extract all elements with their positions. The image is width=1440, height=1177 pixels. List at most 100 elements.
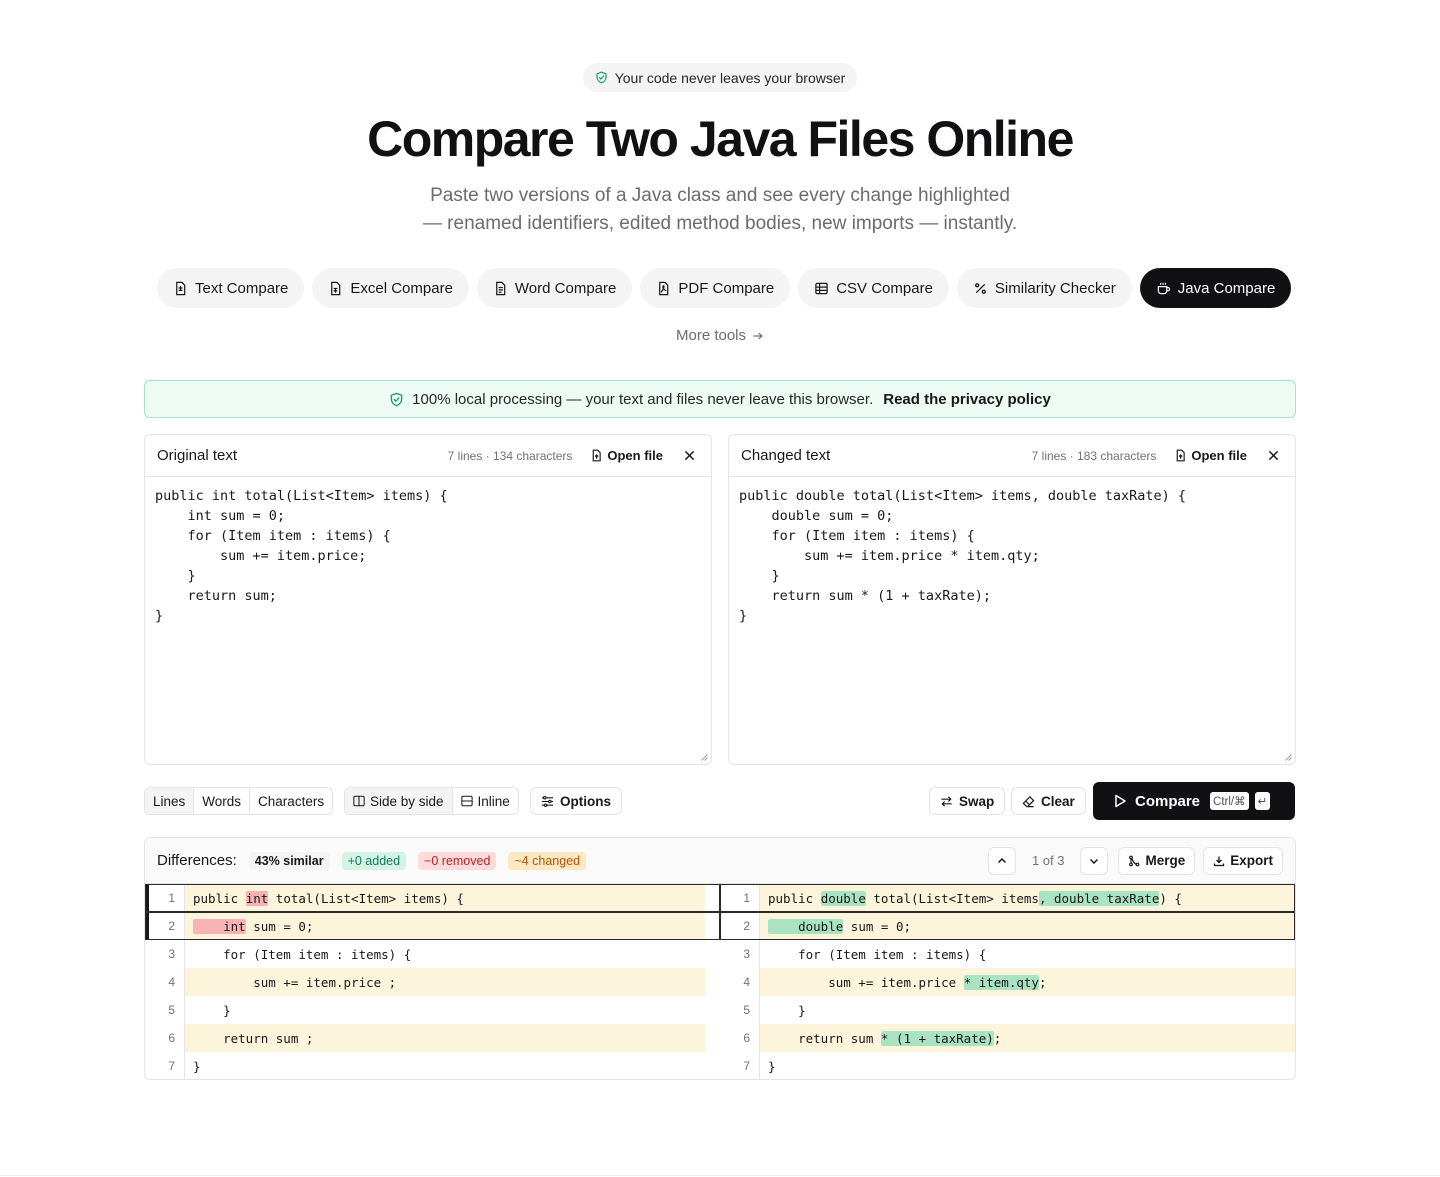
resize-handle-icon[interactable] xyxy=(700,753,708,761)
tab-excel-compare[interactable]: Excel Compare xyxy=(312,268,469,308)
previous-change-button[interactable] xyxy=(987,846,1016,875)
added-token: * item.qty xyxy=(963,974,1039,990)
tab-csv-compare[interactable]: CSV Compare xyxy=(798,268,949,308)
code-token: total(List<Item> items) { xyxy=(268,890,464,906)
tab-java-compare[interactable]: Java Compare xyxy=(1139,268,1292,308)
clear-button[interactable]: Clear xyxy=(1011,787,1086,815)
columns-icon xyxy=(353,795,365,807)
swap-button[interactable]: Swap xyxy=(929,787,1006,815)
page-subtitle: Paste two versions of a Java class and s… xyxy=(0,182,1440,238)
line-number: 7 xyxy=(145,1052,185,1079)
view-inline[interactable]: Inline xyxy=(453,788,518,814)
code-token: ; xyxy=(993,1030,1002,1046)
compare-button[interactable]: Compare Ctrl/⌘ ↵ xyxy=(1093,782,1295,820)
granularity-toggle: Lines Words Characters xyxy=(144,787,334,815)
diff-code: double sum = 0; xyxy=(760,912,1295,940)
subtitle-line-1: Paste two versions of a Java class and s… xyxy=(430,185,1010,206)
line-number: 3 xyxy=(720,940,760,968)
git-merge-icon xyxy=(1129,855,1140,866)
original-open-file-button[interactable]: Open file xyxy=(590,448,663,463)
diff-columns: 1 public int total(List<Item> items) {2 i… xyxy=(145,884,1295,1079)
view-side-by-side[interactable]: Side by side xyxy=(345,788,453,814)
line-number: 5 xyxy=(720,996,760,1024)
code-token: ; xyxy=(1038,974,1047,990)
diff-row: 6 return sum ; xyxy=(145,1024,720,1052)
removed-token: int xyxy=(245,890,269,906)
view-inline-label: Inline xyxy=(477,793,510,809)
original-text-input[interactable]: public int total(List<Item> items) { int… xyxy=(145,478,711,764)
similarity-badge: 43% similar xyxy=(248,851,330,870)
tab-word-compare[interactable]: Word Compare xyxy=(476,268,633,308)
original-panel-title: Original text xyxy=(157,447,238,464)
more-tools-label: More tools xyxy=(675,327,747,344)
line-number: 3 xyxy=(145,940,185,968)
coffee-icon xyxy=(1157,282,1170,294)
differences-panel: Differences: 43% similar +0 added −0 rem… xyxy=(144,837,1296,1080)
rows-icon xyxy=(460,795,473,807)
export-label: Export xyxy=(1230,853,1273,868)
diff-code: for (Item item : items) { xyxy=(185,940,705,968)
code-token: sum += item.price xyxy=(768,974,964,990)
clear-label: Clear xyxy=(1041,793,1075,809)
view-side-by-side-label: Side by side xyxy=(370,793,444,809)
changed-stats: 7 lines · 183 characters xyxy=(1031,448,1157,463)
line-number: 5 xyxy=(145,996,185,1024)
diff-row: 3 for (Item item : items) { xyxy=(145,940,720,968)
diff-row: 7} xyxy=(720,1052,1295,1079)
code-token: total(List<Item> items xyxy=(865,890,1039,906)
line-number: 1 xyxy=(149,884,185,912)
tab-label: Text Compare xyxy=(195,279,289,297)
next-change-button[interactable] xyxy=(1080,846,1109,875)
line-number: 6 xyxy=(720,1024,760,1052)
table-icon xyxy=(815,282,828,294)
code-token: ) { xyxy=(1159,890,1182,906)
changed-clear-button[interactable] xyxy=(1263,446,1283,466)
eraser-icon xyxy=(1022,795,1035,807)
privacy-banner: 100% local processing — your text and fi… xyxy=(144,380,1296,418)
diff-row: 7} xyxy=(145,1052,720,1079)
file-text-icon xyxy=(176,281,186,295)
tab-pdf-compare[interactable]: PDF Compare xyxy=(640,268,791,308)
download-icon xyxy=(1214,856,1225,866)
tab-text-compare[interactable]: Text Compare xyxy=(157,268,305,308)
privacy-policy-link[interactable]: Read the privacy policy xyxy=(883,391,1051,408)
options-label: Options xyxy=(560,793,611,809)
more-tools-link[interactable]: More tools xyxy=(676,327,764,344)
options-button[interactable]: Options xyxy=(530,787,622,815)
removed-token: int xyxy=(193,918,246,934)
added-token: , double taxRate xyxy=(1038,890,1160,906)
line-number: 1 xyxy=(720,884,760,912)
export-button[interactable]: Export xyxy=(1203,846,1283,875)
compare-label: Compare xyxy=(1135,792,1201,810)
changed-open-file-button[interactable]: Open file xyxy=(1174,448,1247,463)
code-token: sum = 0; xyxy=(245,918,314,934)
granularity-lines[interactable]: Lines xyxy=(145,788,195,814)
diff-row: 3 for (Item item : items) { xyxy=(720,940,1295,968)
file-pdf-icon xyxy=(659,281,669,295)
granularity-words[interactable]: Words xyxy=(194,788,251,814)
tab-similarity-checker[interactable]: Similarity Checker xyxy=(956,268,1132,308)
original-clear-button[interactable] xyxy=(679,446,699,466)
line-number: 7 xyxy=(720,1052,760,1079)
tab-label: Excel Compare xyxy=(350,279,453,297)
changed-panel-title: Changed text xyxy=(741,447,831,464)
page-title: Compare Two Java Files Online xyxy=(367,111,1074,167)
sliders-icon xyxy=(541,795,554,807)
file-upload-icon xyxy=(593,449,602,462)
file-doc-icon xyxy=(496,281,506,295)
granularity-characters[interactable]: Characters xyxy=(250,788,332,814)
diff-code: return sum * (1 + taxRate); xyxy=(760,1024,1295,1052)
merge-button[interactable]: Merge xyxy=(1118,846,1196,875)
removed-badge: −0 removed xyxy=(418,851,497,870)
line-number: 2 xyxy=(720,912,760,940)
added-token: double xyxy=(768,918,844,934)
code-token: sum += item.price ; xyxy=(193,974,397,990)
play-icon xyxy=(1115,794,1126,808)
shortcut-enter: ↵ xyxy=(1254,792,1271,810)
open-file-label: Open file xyxy=(1191,448,1247,463)
changed-text-input[interactable]: public double total(List<Item> items, do… xyxy=(729,478,1295,764)
resize-handle-icon[interactable] xyxy=(1284,753,1292,761)
arrow-right-icon xyxy=(753,332,763,339)
tab-label: Similarity Checker xyxy=(994,279,1116,297)
privacy-badge: Your code never leaves your browser xyxy=(583,63,857,92)
